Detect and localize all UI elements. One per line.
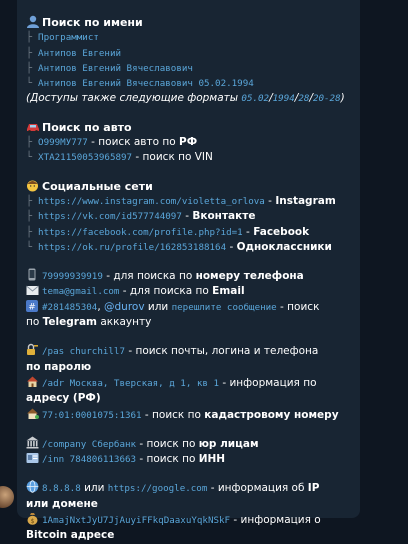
social-row-instagram: ├ https://www.instagram.com/violetta_orl…	[26, 194, 336, 207]
social-link[interactable]: https://ok.ru/profile/162853188164	[38, 242, 226, 253]
format-date[interactable]: 05.02	[241, 93, 269, 104]
bitcoin-address-example[interactable]: 1AmajNxtJyU7JjAuyiFFkqDaaxuYqkNSkF	[42, 515, 230, 526]
auto-plate-row: ├ О999МУ777 - поиск авто по РФ	[26, 136, 198, 149]
email-row: tema@gmail.com - для поиска по Email	[26, 284, 360, 299]
social-link[interactable]: https://vk.com/id577744097	[38, 211, 182, 222]
house-icon	[26, 375, 40, 387]
top-cropped-line: … …	[26, 0, 360, 8]
ip-example[interactable]: 8.8.8.8	[42, 483, 81, 494]
heading-text: Поиск по имени	[42, 16, 143, 29]
heading-text: Поиск по авто	[42, 120, 132, 134]
email-example[interactable]: tema@gmail.com	[42, 286, 119, 297]
auto-search-heading: Поиск по авто	[26, 120, 360, 135]
social-link[interactable]: https://www.instagram.com/violetta_orlov…	[38, 196, 265, 207]
example-text[interactable]: Программист	[38, 32, 99, 43]
inn-row: /inn 784806113663 - поиск по ИНН	[26, 452, 360, 467]
name-example-2: ├ Антипов Евгений	[26, 47, 122, 59]
formats-note: (Доступы также следующие форматы 05.02/1…	[26, 92, 345, 105]
format-year[interactable]: 1994	[273, 93, 295, 104]
auto-vin-row: └ XTA21150053965897 - поиск по VIN	[26, 151, 213, 164]
social-link[interactable]: https://facebook.com/profile.php?id=1	[38, 227, 243, 238]
telegram-id-example[interactable]: #281485304	[42, 302, 97, 313]
name-example-4: └ Антипов Евгений Вячеславович 05.02.199…	[26, 78, 254, 90]
heading-text: Социальные сети	[42, 179, 153, 193]
pas-command[interactable]: /pas churchill7	[42, 346, 125, 357]
cadastre-example[interactable]: 77:01:0001075:1361	[42, 410, 142, 421]
face-icon	[26, 179, 40, 192]
svg-text:$: $	[31, 518, 35, 525]
telegram-row: # #281485304, @durov или перешлите сообщ…	[26, 299, 320, 329]
person-silhouette-icon	[26, 15, 40, 28]
hash-icon: #	[26, 299, 40, 312]
phone-example[interactable]: 79999939919	[42, 271, 103, 282]
pas-row: /pas churchill7 - поиск почты, логина и …	[26, 343, 319, 373]
name-search-heading: Поиск по имени	[26, 15, 360, 30]
name-example-3: ├ Антипов Евгений Вячеславович	[26, 62, 193, 74]
lock-key-icon	[26, 343, 40, 356]
message-content: … … Поиск по имени ├ Программист ├ Антип…	[26, 0, 360, 544]
envelope-icon	[26, 285, 40, 297]
vin-example[interactable]: XTA21150053965897	[38, 152, 132, 163]
chat-left-gutter	[0, 0, 17, 512]
company-row: /company Сбербанк - поиск по юр лицам	[26, 436, 360, 452]
format-age[interactable]: 28	[298, 93, 309, 104]
svg-text:#: #	[28, 302, 36, 312]
company-command[interactable]: /company Сбербанк	[42, 439, 136, 450]
social-heading: Социальные сети	[26, 179, 360, 194]
cadastre-row: 77:01:0001075:1361 - поиск по кадастрово…	[26, 407, 360, 423]
example-text[interactable]: Антипов Евгений Вячеславович 05.02.1994	[38, 78, 254, 89]
house-with-garden-icon	[26, 407, 40, 419]
format-age-range[interactable]: 20-28	[313, 93, 341, 104]
red-car-icon	[26, 121, 40, 133]
adr-command[interactable]: /adr Москва, Тверская, д 1, кв 1	[42, 378, 219, 389]
forward-message-example[interactable]: перешлите сообщение	[172, 302, 277, 313]
social-row-vk: ├ https://vk.com/id577744097 - Вконтакте	[26, 210, 256, 223]
social-row-facebook: ├ https://facebook.com/profile.php?id=1 …	[26, 225, 310, 238]
telegram-username-link[interactable]: @durov	[104, 301, 145, 313]
ip-row: 8.8.8.8 или https://google.com - информа…	[26, 480, 320, 510]
domain-link[interactable]: https://google.com	[108, 483, 208, 494]
btc-row: $ 1AmajNxtJyU7JjAuyiFFkqDaaxuYqkNSkF - и…	[26, 512, 321, 542]
globe-icon	[26, 480, 40, 494]
inn-command[interactable]: /inn 784806113663	[42, 454, 136, 465]
adr-row: /adr Москва, Тверская, д 1, кв 1 - инфор…	[26, 375, 317, 405]
phone-icon	[26, 268, 40, 281]
social-row-ok: └ https://ok.ru/profile/162853188164 - О…	[26, 240, 332, 253]
example-text[interactable]: Антипов Евгений Вячеславович	[38, 63, 193, 74]
phone-row: 79999939919 - для поиска по номеру телеф…	[26, 268, 360, 284]
plate-example[interactable]: О999МУ777	[38, 137, 88, 148]
bank-building-icon	[26, 436, 40, 449]
cropped-text: … …	[26, 1, 51, 8]
id-card-icon	[26, 452, 40, 464]
money-bag-icon: $	[26, 512, 40, 525]
name-example-1: ├ Программист	[26, 32, 99, 44]
example-text[interactable]: Антипов Евгений	[38, 48, 121, 59]
